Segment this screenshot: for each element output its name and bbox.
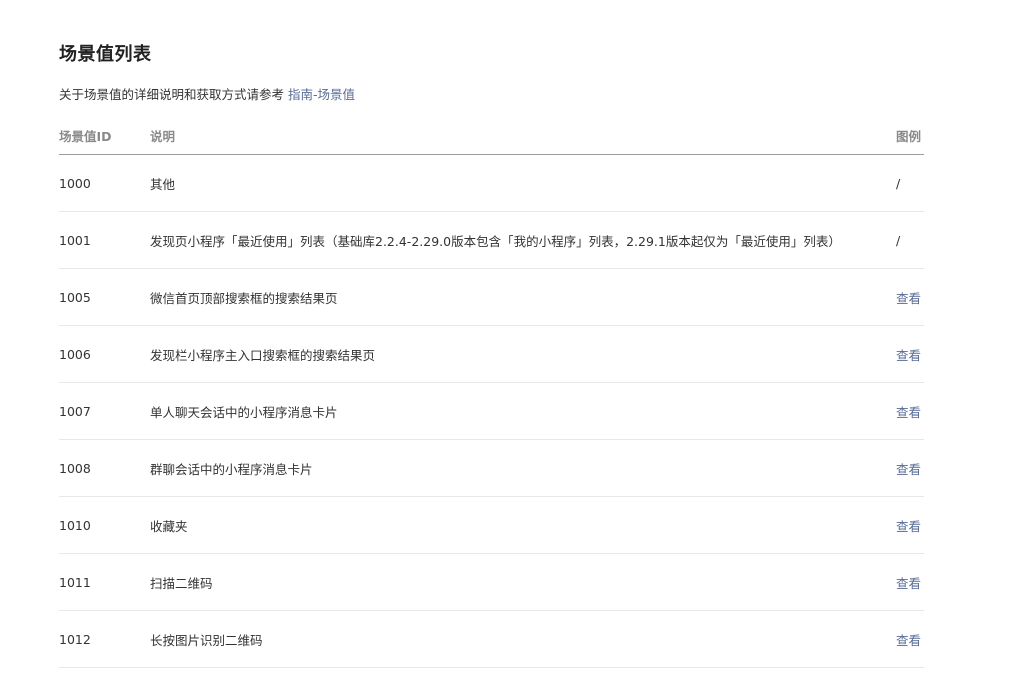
table-row: 1012 长按图片识别二维码 查看	[59, 610, 924, 668]
scene-example-cell: 查看	[896, 553, 924, 611]
scene-id-cell: 1007	[59, 382, 150, 440]
view-example-link[interactable]: 查看	[896, 633, 921, 648]
scene-id-cell: 1000	[59, 154, 150, 212]
scene-example-cell: /	[896, 154, 924, 212]
scene-example-cell: 查看	[896, 610, 924, 668]
view-example-link[interactable]: 查看	[896, 348, 921, 363]
no-example-text: /	[896, 175, 901, 191]
guide-scene-link[interactable]: 指南-场景值	[288, 87, 355, 102]
view-example-link[interactable]: 查看	[896, 405, 921, 420]
scene-example-cell: 查看	[896, 439, 924, 497]
table-row: 1011 扫描二维码 查看	[59, 553, 924, 611]
view-example-link[interactable]: 查看	[896, 576, 921, 591]
scene-example-cell: 查看	[896, 325, 924, 383]
intro-text: 关于场景值的详细说明和获取方式请参考	[59, 87, 285, 102]
scene-id-cell: 1006	[59, 325, 150, 383]
table-row: 1000 其他 /	[59, 154, 924, 212]
table-row: 1005 微信首页顶部搜索框的搜索结果页 查看	[59, 268, 924, 326]
column-header-id: 场景值ID	[59, 116, 150, 155]
scene-list-page: 场景值列表 关于场景值的详细说明和获取方式请参考 指南-场景值 场景值ID 说明 …	[0, 0, 1023, 674]
scene-description-cell: 收藏夹	[150, 496, 896, 554]
scene-description-cell: 群聊会话中的小程序消息卡片	[150, 439, 896, 497]
scene-example-cell: 查看	[896, 496, 924, 554]
scene-description-cell: 其他	[150, 154, 896, 212]
no-example-text: /	[896, 232, 901, 248]
view-example-link[interactable]: 查看	[896, 291, 921, 306]
scene-id-cell: 1011	[59, 553, 150, 611]
table-header-row: 场景值ID 说明 图例	[59, 116, 924, 155]
scene-example-cell: /	[896, 211, 924, 269]
scene-example-cell: 查看	[896, 268, 924, 326]
table-row: 1010 收藏夹 查看	[59, 496, 924, 554]
scene-description-cell: 发现页小程序「最近使用」列表（基础库2.2.4-2.29.0版本包含「我的小程序…	[150, 211, 896, 269]
scene-id-cell: 1005	[59, 268, 150, 326]
scene-description-cell: 单人聊天会话中的小程序消息卡片	[150, 382, 896, 440]
scene-table: 场景值ID 说明 图例 1000 其他/1001 发现页小程序「最近使用」列表（基础…	[59, 116, 924, 668]
table-row: 1006 发现栏小程序主入口搜索框的搜索结果页 查看	[59, 325, 924, 383]
scene-id-cell: 1010	[59, 496, 150, 554]
table-header: 场景值ID 说明 图例	[59, 116, 924, 155]
scene-description-cell: 微信首页顶部搜索框的搜索结果页	[150, 268, 896, 326]
table-row: 1001 发现页小程序「最近使用」列表（基础库2.2.4-2.29.0版本包含「我…	[59, 211, 924, 269]
scene-description-cell: 长按图片识别二维码	[150, 610, 896, 668]
table-row: 1008 群聊会话中的小程序消息卡片 查看	[59, 439, 924, 497]
scene-description-cell: 扫描二维码	[150, 553, 896, 611]
view-example-link[interactable]: 查看	[896, 519, 921, 534]
table-body: 1000 其他/1001 发现页小程序「最近使用」列表（基础库2.2.4-2.29.…	[59, 154, 924, 668]
intro-paragraph: 关于场景值的详细说明和获取方式请参考 指南-场景值	[59, 84, 355, 103]
scene-example-cell: 查看	[896, 382, 924, 440]
scene-id-cell: 1008	[59, 439, 150, 497]
view-example-link[interactable]: 查看	[896, 462, 921, 477]
page-title: 场景值列表	[59, 44, 152, 65]
table-row: 1007 单人聊天会话中的小程序消息卡片 查看	[59, 382, 924, 440]
column-header-description: 说明	[150, 116, 896, 155]
scene-id-cell: 1012	[59, 610, 150, 668]
column-header-example: 图例	[896, 116, 924, 155]
scene-description-cell: 发现栏小程序主入口搜索框的搜索结果页	[150, 325, 896, 383]
scene-id-cell: 1001	[59, 211, 150, 269]
